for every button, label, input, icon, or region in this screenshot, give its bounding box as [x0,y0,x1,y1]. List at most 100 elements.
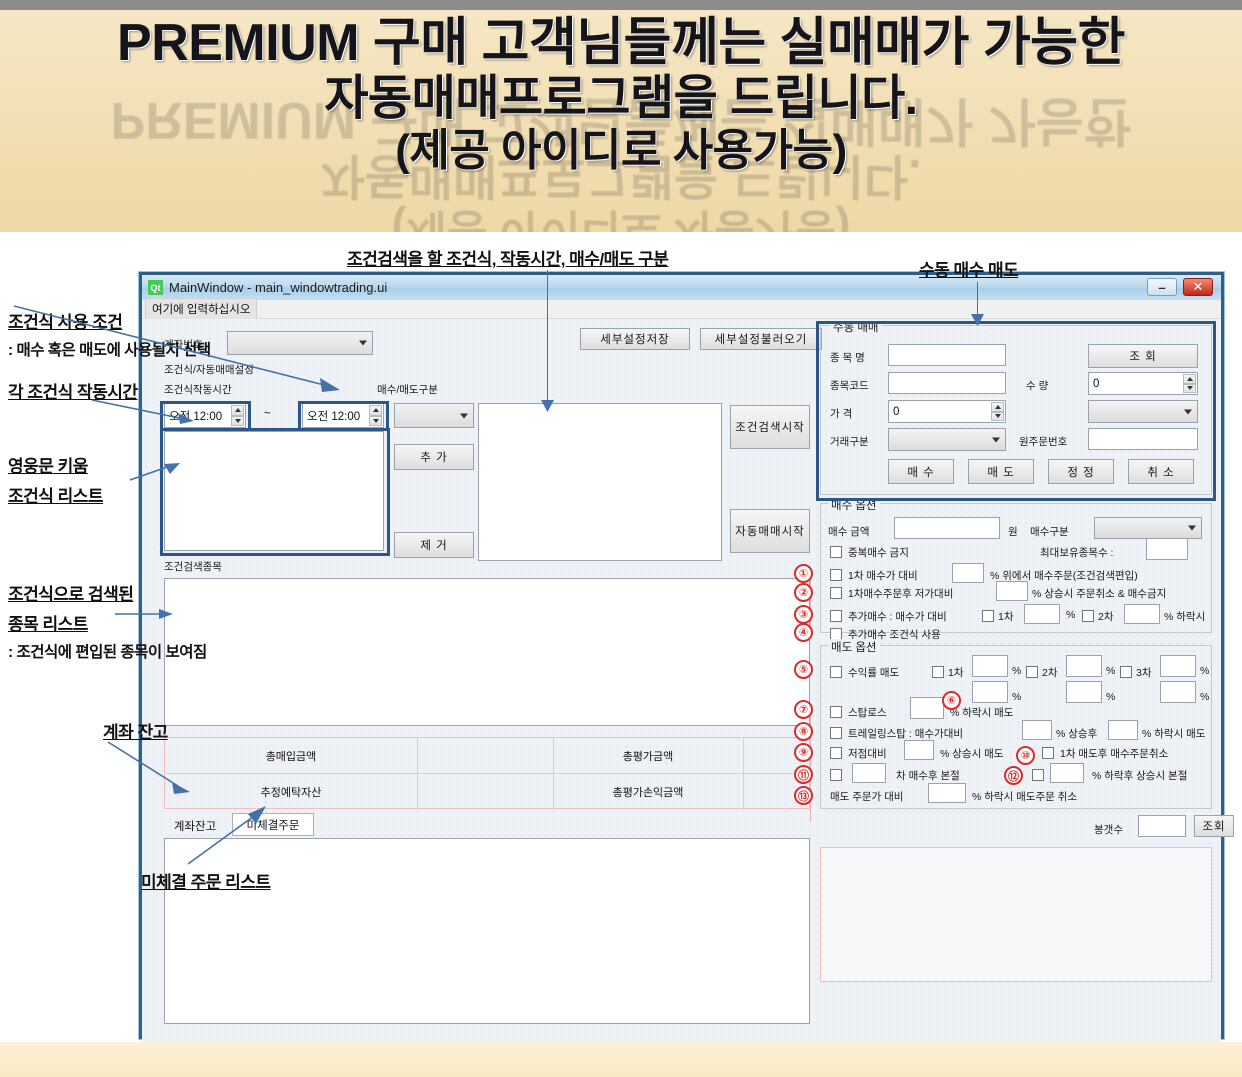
additional-buy-checkbox[interactable] [830,610,842,622]
searched-items-list[interactable] [164,578,810,726]
save-detail-settings-button[interactable]: 세부설정저장 [580,328,690,350]
low-point-rise-checkbox[interactable] [830,747,842,759]
trailing-stop-checkbox[interactable] [830,727,842,739]
profit-3rd-qty-input[interactable] [1160,681,1196,703]
sell-order-cancel-input[interactable] [928,783,966,803]
minimize-button[interactable]: – [1147,278,1177,296]
profit-rate-sell-checkbox[interactable] [830,666,842,678]
quantity-spin-buttons[interactable] [1183,374,1196,393]
load-detail-settings-button[interactable]: 세부설정불러오기 [700,328,822,350]
buy-type-combo[interactable] [1094,517,1202,539]
spin-down-icon[interactable] [991,412,1004,422]
additional-buy-1st-input[interactable] [1024,604,1060,624]
low-point-rise-input[interactable] [904,740,934,760]
start-condition-search-button[interactable]: 조건검색시작 [730,405,810,449]
stoploss-checkbox[interactable] [830,706,842,718]
buysell-type-combo[interactable] [394,403,474,428]
first-buy-price-ratio-input[interactable] [952,563,984,583]
profit-2nd-checkbox[interactable] [1026,666,1038,678]
menu-item-placeholder[interactable]: 여기에 입력하십시오 [145,298,257,320]
bar-count-input[interactable] [1138,815,1186,837]
profit-1st-qty-input[interactable] [972,681,1008,703]
profit-3rd-qty-percent: % [1200,691,1209,703]
spin-down-icon[interactable] [1183,384,1196,394]
callout-number-6: ⑥ [942,691,961,710]
chevron-down-icon [992,437,1000,442]
open-orders-list[interactable] [164,838,810,1024]
annotation-left-4-line1: 조건식으로 검색된 [8,580,133,605]
stoploss-input[interactable] [910,697,944,719]
tab-open-orders[interactable]: 미체결주문 [232,813,314,836]
cancel-on-rise-input[interactable] [996,581,1028,601]
trade-type-combo[interactable] [888,428,1006,451]
cancel-on-rise-checkbox[interactable] [830,587,842,599]
amend-button[interactable]: 정 정 [1048,459,1114,484]
spin-up-icon[interactable] [369,405,382,416]
stoploss-label: 스탑로스 [848,705,887,720]
worktime-from-spin-buttons[interactable] [231,405,244,426]
low-point-rise-label: 저점대비 [848,746,887,761]
bar-query-button[interactable]: 조회 [1194,815,1234,837]
profit-1st-checkbox[interactable] [932,666,944,678]
add-condition-button[interactable]: 추 가 [394,444,474,470]
max-holdings-input[interactable] [1146,538,1188,560]
cancel-order-button[interactable]: 취 소 [1128,459,1194,484]
account-number-combo[interactable] [227,331,373,355]
close-button[interactable]: ✕ [1183,278,1213,296]
total-eval-amount-label: 총평가금액 [553,738,743,773]
selected-condition-list[interactable] [478,403,722,561]
total-pl-label: 총평가손익금액 [553,774,743,810]
stock-name-input[interactable] [888,344,1006,366]
no-duplicate-buy-checkbox[interactable] [830,546,842,558]
buy-amount-input[interactable] [894,517,1000,539]
cancel-buy-after-first-sell-checkbox[interactable] [1042,747,1054,759]
start-auto-trading-button[interactable]: 자동매매시작 [730,509,810,553]
banner-headline: PREMIUM 구매 고객님들께는 실매매가 가능한 자동매매프로그램을 드립니… [0,14,1242,175]
profit-3rd-rate-input[interactable] [1160,655,1196,677]
spin-up-icon[interactable] [1183,374,1196,384]
tab-account-balance[interactable]: 계좌잔고 [164,816,226,836]
additional-buy-2nd-checkbox[interactable] [1082,610,1094,622]
max-holdings-label: 최대보유종목수 : [1040,545,1113,560]
breakeven2-input[interactable] [1050,763,1084,783]
breakeven-checkbox[interactable] [830,769,842,781]
worktime-to-spin-buttons[interactable] [369,405,382,426]
additional-buy-2nd-input[interactable] [1124,604,1160,624]
spin-down-icon[interactable] [369,416,382,427]
banner-top-bar [0,0,1242,10]
spin-up-icon[interactable] [991,402,1004,412]
settings-group-label: 조건식/자동매매설정 [164,362,254,377]
callout-number-2: ② [794,583,813,602]
breakeven2-checkbox[interactable] [1032,769,1044,781]
profit-3rd-checkbox[interactable] [1120,666,1132,678]
stock-code-input[interactable] [888,372,1006,394]
worktime-from-spinner[interactable]: 오전 12:00 [164,403,246,428]
price-spin-buttons[interactable] [991,402,1004,421]
condition-formula-list[interactable] [164,431,384,551]
price-spinner[interactable]: 0 [888,400,1006,423]
additional-buy-1st-checkbox[interactable] [982,610,994,622]
profit-2nd-qty-input[interactable] [1066,681,1102,703]
query-button[interactable]: 조 회 [1088,344,1198,368]
buy-amount-label: 매수 금액 [828,524,870,539]
buy-button[interactable]: 매 수 [888,459,954,484]
quantity-label: 수 량 [1026,378,1048,393]
original-order-no-input[interactable] [1088,428,1198,450]
worktime-to-spinner[interactable]: 오전 12:00 [302,403,384,428]
trailing-stop-rise-input[interactable] [1022,720,1052,740]
sell-button[interactable]: 매 도 [968,459,1034,484]
cancel-buy-after-first-sell-label: 1차 매도후 매수주문취소 [1060,746,1168,761]
spin-down-icon[interactable] [231,416,244,427]
remove-condition-button[interactable]: 제 거 [394,532,474,558]
trailing-stop-drop-input[interactable] [1108,720,1138,740]
profit-2nd-rate-input[interactable] [1066,655,1102,677]
breakeven-count-input[interactable] [852,763,886,783]
profit-1st-rate-input[interactable] [972,655,1008,677]
quantity-spinner[interactable]: 0 [1088,372,1198,395]
quantity-type-combo[interactable] [1088,400,1198,423]
banner-line-1: PREMIUM 구매 고객님들께는 실매매가 가능한 [0,14,1242,72]
total-buy-amount-value [417,738,553,773]
callout-number-7: ⑦ [794,700,813,719]
spin-up-icon[interactable] [231,405,244,416]
first-buy-price-ratio-checkbox[interactable] [830,569,842,581]
